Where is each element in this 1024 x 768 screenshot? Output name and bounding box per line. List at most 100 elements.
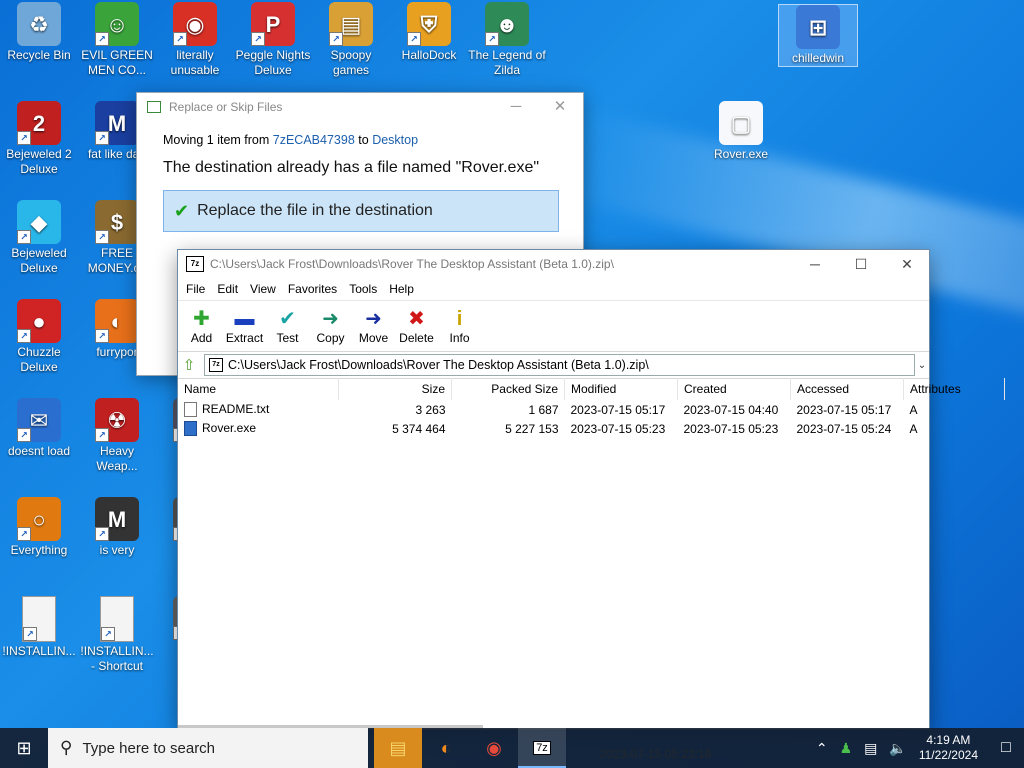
desktop-icon[interactable]: ↗ !INSTALLIN... - Shortcut — [78, 596, 156, 674]
add-button[interactable]: ✚ Add — [180, 307, 223, 345]
column-header[interactable]: Modified — [564, 378, 678, 400]
shortcut-arrow-icon: ↗ — [17, 131, 31, 145]
chevron-down-icon[interactable]: ⌄ — [915, 360, 929, 371]
destination-link[interactable]: Desktop — [372, 133, 418, 147]
replace-option-button[interactable]: ✔ Replace the file in the destination — [163, 190, 559, 232]
notification-center-icon[interactable]: □ — [988, 739, 1024, 757]
desktop-icon[interactable]: ● ↗ Chuzzle Deluxe — [0, 299, 78, 375]
test-icon: ✔ — [279, 308, 296, 330]
desktop-icon[interactable]: ♻ Recycle Bin — [0, 2, 78, 63]
desktop-icon-label: Recycle Bin — [7, 48, 71, 62]
close-button[interactable]: ✕ — [884, 250, 930, 278]
close-button[interactable]: ✕ — [537, 93, 583, 121]
toolbar: ✚ Add ▬ Extract ✔ Test ➜ Copy ➜ Move ✖ Delete i Info — [178, 301, 929, 352]
clock[interactable]: 4:19 AM 11/22/2024 — [919, 733, 978, 763]
desktop-icon[interactable]: ◆ ↗ Bejeweled Deluxe — [0, 200, 78, 276]
maximize-button[interactable]: ☐ — [838, 250, 884, 278]
test-button[interactable]: ✔ Test — [266, 307, 309, 345]
7zip-app-icon: 7z — [186, 256, 204, 272]
desktop-icon-label: Heavy Weap... — [96, 444, 138, 473]
desktop-icon[interactable]: ▢ Rover.exe — [702, 101, 780, 162]
table-row[interactable]: Rover.exe 5 374 464 5 227 153 2023-07-15 05… — [178, 419, 1005, 438]
shortcut-arrow-icon: ↗ — [485, 32, 499, 46]
windows-logo-icon: ⊞ — [16, 737, 32, 758]
shortcut-arrow-icon: ↗ — [173, 32, 187, 46]
zip-file-icon: 7z — [209, 358, 223, 372]
firefox-taskbar-button[interactable]: ◐ — [422, 728, 470, 768]
column-header[interactable]: Accessed — [790, 378, 904, 400]
toolbar-label: Add — [190, 331, 213, 345]
desktop-icon[interactable]: ⛨ ↗ HalloDock — [390, 2, 468, 63]
file-modified-cell: 2023-07-15 05:17 — [570, 402, 666, 417]
menu-item-view[interactable]: View — [244, 282, 282, 296]
column-header[interactable]: Name — [178, 378, 339, 400]
people-icon[interactable]: ♟ — [840, 740, 853, 757]
desktop-icon[interactable]: 2 ↗ Bejeweled 2 Deluxe — [0, 101, 78, 177]
chevron-up-icon[interactable]: ⌃ — [816, 740, 828, 757]
column-header[interactable]: Created — [677, 378, 791, 400]
extract-button[interactable]: ▬ Extract — [223, 307, 266, 345]
start-button[interactable]: ⊞ — [0, 728, 48, 768]
table-row[interactable]: README.txt 3 263 1 687 2023-07-15 05:17 2023… — [178, 400, 1005, 419]
magnifier-icon: ○ ↗ — [17, 497, 61, 541]
shortcut-arrow-icon: ↗ — [17, 428, 31, 442]
ghost-timestamp: 2023-07-15 05:23:16 — [600, 747, 712, 761]
toolbar-label: Test — [276, 331, 299, 345]
desktop-icon[interactable]: ⊞ chilledwin — [778, 4, 858, 67]
up-folder-icon[interactable]: ⇧ — [178, 356, 200, 374]
shortcut-arrow-icon: ↗ — [23, 627, 37, 641]
chrome-taskbar-button[interactable]: ◉ — [470, 728, 518, 768]
shortcut-arrow-icon: ↗ — [95, 428, 109, 442]
gem-icon: ◆ ↗ — [17, 200, 61, 244]
moving-prefix: Moving 1 item from — [163, 133, 270, 147]
column-header[interactable]: Attributes — [903, 378, 1005, 400]
delete-button[interactable]: ✖ Delete — [395, 307, 438, 345]
file-explorer-taskbar-button[interactable]: ▤ — [374, 728, 422, 768]
volume-icon[interactable]: 🔈 — [889, 740, 906, 757]
copy-button[interactable]: ➜ Copy — [309, 307, 352, 345]
move-button[interactable]: ➜ Move — [352, 307, 395, 345]
menu-item-edit[interactable]: Edit — [211, 282, 244, 296]
recycle-bin-icon: ♻ — [17, 2, 61, 46]
info-button[interactable]: i Info — [438, 307, 481, 345]
menu-item-file[interactable]: File — [180, 282, 211, 296]
desktop-icon[interactable]: ☺ ↗ EVIL GREEN MEN CO... — [78, 2, 156, 78]
windows-logo-icon: ⊞ — [796, 5, 840, 49]
desktop-icon[interactable]: ◉ ↗ literally unusable — [156, 2, 234, 78]
address-field[interactable]: 7z C:\Users\Jack Frost\Downloads\Rover T… — [204, 354, 915, 376]
file-attr-cell: A — [909, 421, 918, 436]
menu-item-tools[interactable]: Tools — [343, 282, 383, 296]
search-box[interactable]: ⚲ Type here to search — [48, 728, 368, 768]
network-icon[interactable]: ▤ — [864, 740, 877, 757]
toolbar-label: Extract — [225, 331, 264, 345]
menu-item-help[interactable]: Help — [383, 282, 420, 296]
desktop-icon[interactable]: ☻ ↗ The Legend of Zilda — [468, 2, 546, 78]
minimize-button[interactable]: ─ — [792, 250, 838, 278]
menu-item-favorites[interactable]: Favorites — [282, 282, 343, 296]
desktop-icon[interactable]: ✉ ↗ doesnt load — [0, 398, 78, 459]
thunderbird-icon: ✉ ↗ — [17, 398, 61, 442]
messenger-icon: ☺ ↗ — [95, 2, 139, 46]
zip-titlebar: 7z C:\Users\Jack Frost\Downloads\Rover T… — [178, 250, 929, 278]
7zip-taskbar-button[interactable]: 7z — [518, 728, 566, 768]
desktop-icon-label: HalloDock — [401, 48, 457, 62]
shortcut-arrow-icon: ↗ — [407, 32, 421, 46]
desktop-icon[interactable]: ↗ !INSTALLIN... — [0, 596, 78, 659]
desktop-icon[interactable]: P ↗ Peggle Nights Deluxe — [234, 2, 312, 78]
column-headers: Name Size Packed Size Modified Created Access… — [178, 378, 1005, 400]
desktop-icon[interactable]: ○ ↗ Everything — [0, 497, 78, 558]
file-packed-cell: 1 687 — [528, 402, 559, 417]
desktop-icon[interactable]: M ↗ is very — [78, 497, 156, 558]
column-header[interactable]: Packed Size — [451, 378, 565, 400]
shortcut-arrow-icon: ↗ — [95, 230, 109, 244]
mpl-icon: M ↗ — [95, 101, 139, 145]
minimize-button[interactable]: ─ — [493, 93, 539, 121]
source-link[interactable]: 7zECAB47398 — [273, 133, 355, 147]
shortcut-arrow-icon: ↗ — [17, 230, 31, 244]
desktop-icon[interactable]: ▤ ↗ Spoopy games — [312, 2, 390, 78]
copy-icon: ➜ — [322, 308, 339, 330]
desktop-icon[interactable]: ☢ ↗ Heavy Weap... — [78, 398, 156, 474]
7zip-icon: 7z — [533, 741, 551, 755]
chrome-icon: ◉ ↗ — [173, 2, 217, 46]
column-header[interactable]: Size — [338, 378, 452, 400]
